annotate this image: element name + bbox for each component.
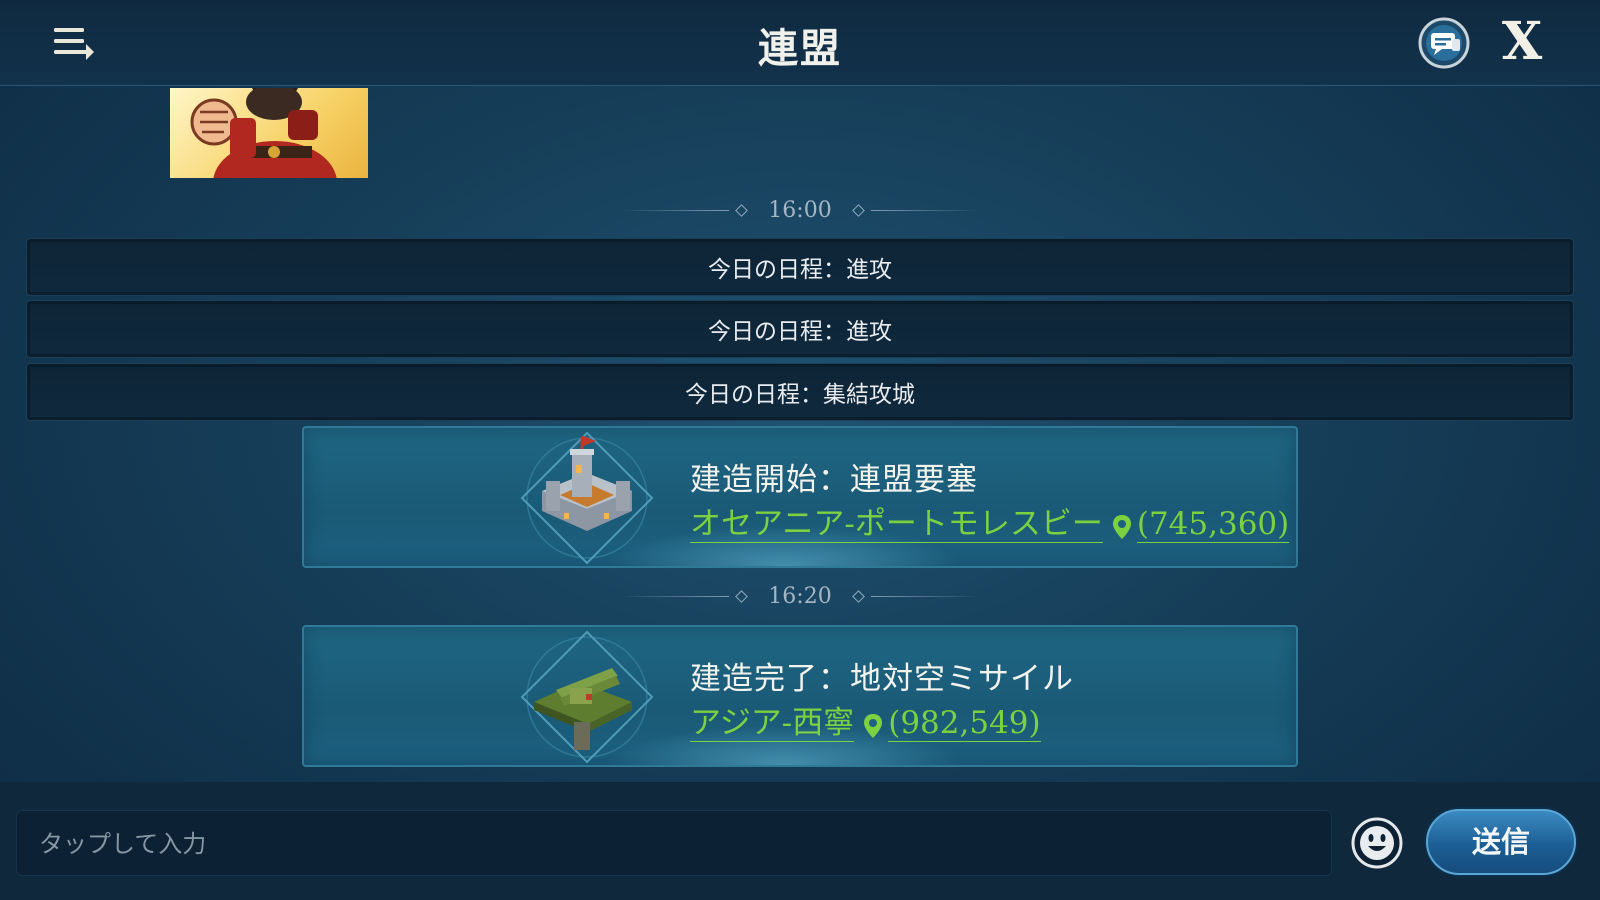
event-location: アジア-西寧 (982,549) [690,705,1041,742]
timestamp: 16:20 [768,583,832,609]
time-divider: 16:20 [620,581,980,611]
smiley-icon[interactable] [1350,816,1404,870]
divider-line [870,595,980,597]
schedule-message: 今日の日程：進攻 [26,300,1574,358]
fortress-icon [520,431,654,565]
top-bar: 連盟 X [0,0,1600,86]
timestamp: 16:00 [768,197,832,223]
coordinates-link[interactable]: (982,549) [888,705,1041,742]
sam-launcher-icon [520,630,654,764]
divider-line [620,209,730,211]
chat-bubble-icon[interactable] [1418,17,1470,69]
diamond-ornament-icon [851,589,865,603]
event-title: 建造完了：地対空ミサイル [690,661,1074,697]
diamond-ornament-icon [735,589,749,603]
chat-input[interactable]: タップして入力 [16,810,1332,876]
composer-bar: タップして入力 送信 [0,782,1600,900]
region-link[interactable]: アジア-西寧 [690,705,855,742]
event-card[interactable]: 建造開始：連盟要塞 オセアニア-ポートモレスビー (745,360) [302,426,1298,568]
sticker-image[interactable] [170,88,368,178]
send-button[interactable]: 送信 [1426,809,1576,875]
page-title: 連盟 [758,25,842,72]
event-title: 建造開始：連盟要塞 [690,462,978,498]
map-pin-icon [862,711,884,738]
divider-line [620,595,730,597]
close-button[interactable]: X [1494,12,1550,72]
schedule-message: 今日の日程：進攻 [26,238,1574,296]
schedule-message: 今日の日程：集結攻城 [26,363,1574,421]
time-divider: 16:00 [620,195,980,225]
divider-line [870,209,980,211]
diamond-ornament-icon [735,203,749,217]
diamond-ornament-icon [851,203,865,217]
region-link[interactable]: オセアニア-ポートモレスビー [690,506,1103,543]
coordinates-link[interactable]: (745,360) [1136,506,1290,543]
map-pin-icon [1111,512,1133,539]
event-location: オセアニア-ポートモレスビー (745,360) [690,506,1290,543]
event-card[interactable]: 建造完了：地対空ミサイル アジア-西寧 (982,549) [302,625,1298,767]
